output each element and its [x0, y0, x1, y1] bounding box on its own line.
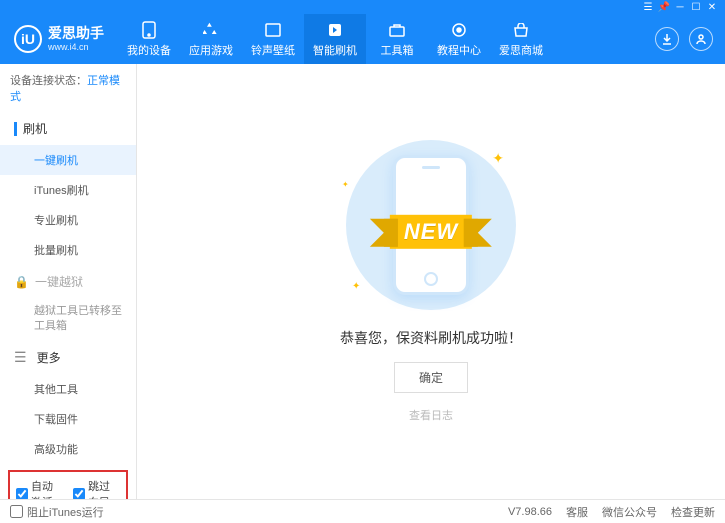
app-url: www.i4.cn — [48, 42, 104, 53]
section-title: 更多 — [37, 349, 61, 366]
star-icon: ✦ — [342, 180, 349, 189]
sidebar-section-flash[interactable]: 刷机 — [0, 112, 136, 145]
star-icon: ✦ — [352, 281, 360, 292]
nav-ringtone-wallpaper[interactable]: 铃声壁纸 — [242, 14, 304, 64]
sidebar-item-advanced[interactable]: 高级功能 — [0, 434, 136, 464]
ok-button[interactable]: 确定 — [394, 362, 468, 393]
nav-label: 工具箱 — [381, 42, 414, 58]
skip-guide-input[interactable] — [73, 488, 85, 499]
apps-icon — [202, 21, 220, 39]
section-title: 一键越狱 — [35, 273, 83, 290]
download-button[interactable] — [655, 27, 679, 51]
nav-my-device[interactable]: 我的设备 — [118, 14, 180, 64]
nav-store[interactable]: 爱思商城 — [490, 14, 552, 64]
section-title: 刷机 — [23, 120, 47, 137]
titlebar-minimize-icon[interactable]: ─ — [675, 2, 685, 12]
sidebar-section-more[interactable]: ☰ 更多 — [0, 341, 136, 374]
logo: iU 爱思助手 www.i4.cn — [0, 25, 118, 53]
more-icon: ☰ — [14, 349, 27, 366]
tutorial-icon — [450, 21, 468, 39]
toolbox-icon — [388, 21, 406, 39]
options-highlight-box: 自动激活 跳过向导 — [8, 470, 128, 499]
titlebar-close-icon[interactable]: ✕ — [707, 2, 717, 12]
sidebar-item-download-firmware[interactable]: 下载固件 — [0, 404, 136, 434]
logo-icon: iU — [14, 25, 42, 53]
titlebar-maximize-icon[interactable]: ☐ — [691, 2, 701, 12]
sidebar: 设备连接状态：正常模式 刷机 一键刷机 iTunes刷机 专业刷机 批量刷机 🔒… — [0, 64, 137, 499]
sidebar-item-other-tools[interactable]: 其他工具 — [0, 374, 136, 404]
new-ribbon-icon: NEW — [390, 215, 472, 249]
nav-tutorials[interactable]: 教程中心 — [428, 14, 490, 64]
nav-label: 爱思商城 — [499, 42, 543, 58]
sidebar-item-itunes-flash[interactable]: iTunes刷机 — [0, 175, 136, 205]
header: iU 爱思助手 www.i4.cn 我的设备 应用游戏 铃声壁纸 智能刷机 工具… — [0, 14, 725, 64]
section-bar-icon — [14, 122, 17, 136]
store-icon — [512, 21, 530, 39]
nav-label: 铃声壁纸 — [251, 42, 295, 58]
app-title: 爱思助手 — [48, 25, 104, 42]
auto-activate-input[interactable] — [16, 488, 28, 499]
nav-smart-flash[interactable]: 智能刷机 — [304, 14, 366, 64]
checkbox-skip-guide[interactable]: 跳过向导 — [73, 478, 120, 499]
phone-icon — [140, 21, 158, 39]
sidebar-item-pro-flash[interactable]: 专业刷机 — [0, 205, 136, 235]
nav-label: 应用游戏 — [189, 42, 233, 58]
success-message: 恭喜您，保资料刷机成功啦！ — [340, 328, 522, 348]
jailbreak-note: 越狱工具已转移至工具箱 — [0, 298, 136, 341]
lock-icon: 🔒 — [14, 275, 29, 289]
footer-wechat-link[interactable]: 微信公众号 — [602, 504, 657, 520]
view-log-link[interactable]: 查看日志 — [409, 407, 453, 423]
sidebar-item-oneclick-flash[interactable]: 一键刷机 — [0, 145, 136, 175]
nav-label: 智能刷机 — [313, 42, 357, 58]
user-button[interactable] — [689, 27, 713, 51]
nav: 我的设备 应用游戏 铃声壁纸 智能刷机 工具箱 教程中心 爱思商城 — [118, 14, 655, 64]
sidebar-section-jailbreak: 🔒 一键越狱 — [0, 265, 136, 298]
nav-label: 我的设备 — [127, 42, 171, 58]
flash-icon — [326, 21, 344, 39]
titlebar-pin-icon[interactable]: 📌 — [659, 2, 669, 12]
titlebar: ☰ 📌 ─ ☐ ✕ — [0, 0, 725, 14]
star-icon: ✦ — [492, 150, 504, 167]
nav-toolbox[interactable]: 工具箱 — [366, 14, 428, 64]
success-illustration: NEW ✦ ✦ ✦ — [346, 140, 516, 310]
checkbox-auto-activate[interactable]: 自动激活 — [16, 478, 63, 499]
nav-apps-games[interactable]: 应用游戏 — [180, 14, 242, 64]
footer-update-link[interactable]: 检查更新 — [671, 504, 715, 520]
sidebar-item-batch-flash[interactable]: 批量刷机 — [0, 235, 136, 265]
block-itunes-input[interactable] — [10, 505, 23, 518]
footer: 阻止iTunes运行 V7.98.66 客服 微信公众号 检查更新 — [0, 499, 725, 523]
titlebar-menu-icon[interactable]: ☰ — [643, 2, 653, 12]
connection-status: 设备连接状态：正常模式 — [0, 64, 136, 112]
checkbox-block-itunes[interactable]: 阻止iTunes运行 — [10, 504, 104, 520]
wallpaper-icon — [264, 21, 282, 39]
version-label: V7.98.66 — [508, 506, 552, 518]
main-content: NEW ✦ ✦ ✦ 恭喜您，保资料刷机成功啦！ 确定 查看日志 — [137, 64, 725, 499]
footer-service-link[interactable]: 客服 — [566, 504, 588, 520]
nav-label: 教程中心 — [437, 42, 481, 58]
